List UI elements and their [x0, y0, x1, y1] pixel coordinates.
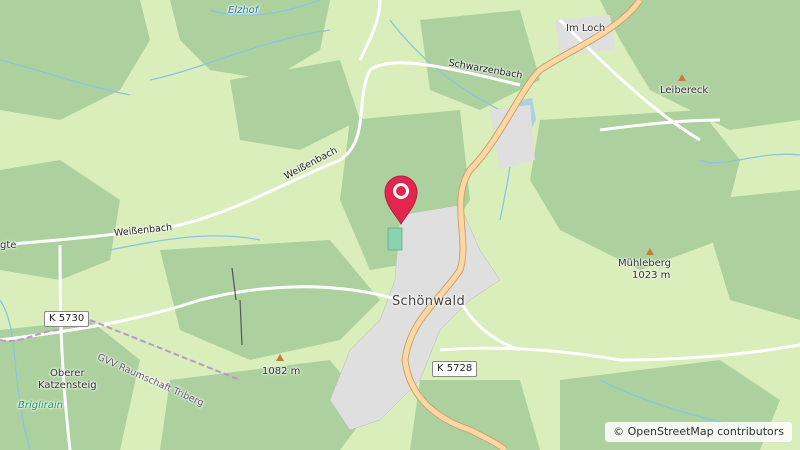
map-canvas[interactable]: Elzhof Im Loch Leibereck Schwarzenbach W… — [0, 0, 800, 450]
attribution: © OpenStreetMap contributors — [605, 422, 792, 442]
copyright-symbol: © — [613, 425, 625, 438]
peak-icon — [276, 354, 284, 361]
peak-icon — [646, 248, 654, 255]
place-label-leibereck: Leibereck — [660, 85, 709, 96]
place-label-gte: gte — [0, 240, 17, 251]
map-tiles — [0, 0, 800, 450]
place-label-muehleberg: Mühleberg — [618, 258, 672, 269]
place-label-oberer-katzensteig: Oberer Katzensteig — [38, 368, 97, 391]
place-label-im-loch: Im Loch — [566, 23, 606, 34]
location-marker-icon[interactable] — [382, 173, 420, 225]
peak-elevation-hill: 1082 m — [262, 366, 301, 377]
place-label-briglirain: Briglirain — [18, 400, 64, 411]
place-label-elzhof: Elzhof — [228, 5, 259, 16]
peak-elevation-muehleberg: 1023 m — [632, 270, 671, 281]
peak-icon — [678, 74, 686, 81]
attribution-link[interactable]: OpenStreetMap contributors — [628, 425, 784, 438]
town-label-schoenwald: Schönwald — [392, 294, 465, 309]
sports-pitch — [387, 227, 403, 251]
road-shield-k5728: K 5728 — [432, 361, 478, 377]
road-shield-k5730: K 5730 — [44, 311, 90, 327]
